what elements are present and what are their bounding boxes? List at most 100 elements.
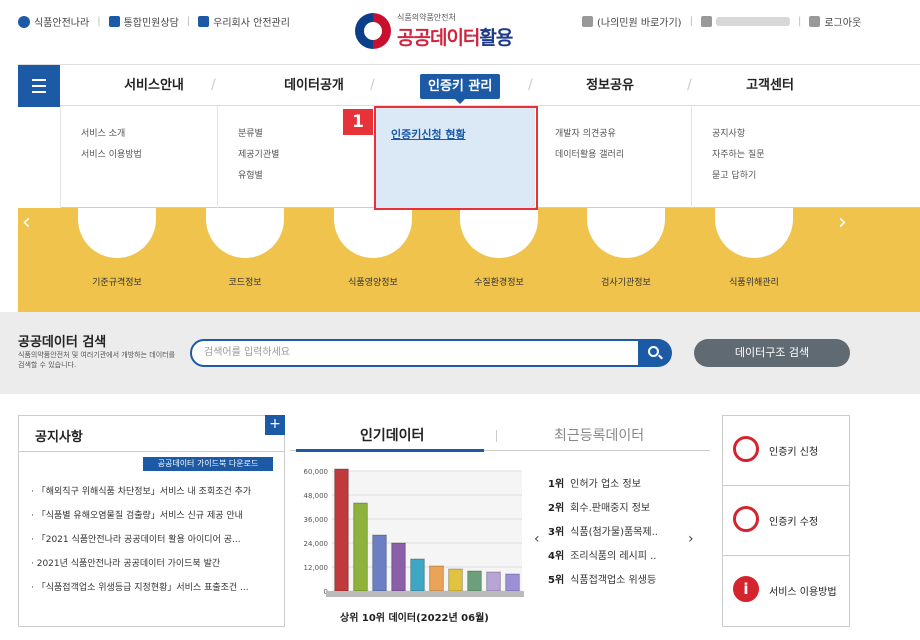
rank-item[interactable]: 1위 인허가 업소 정보 <box>548 473 710 497</box>
chart-bar <box>410 558 425 592</box>
banner-next-icon[interactable]: › <box>838 210 847 235</box>
nav-auth-key[interactable]: 인증키 관리 <box>420 74 501 104</box>
user-icon <box>700 16 712 27</box>
chart-caption: 상위 10위 데이터(2022년 06월) <box>340 613 489 624</box>
dropdown-col-service: 서비스 소개 서비스 이용방법 <box>60 106 217 208</box>
link-my-complaint[interactable]: (나의민원 바로가기) <box>597 14 682 29</box>
taeguk-emblem-icon <box>355 13 391 49</box>
quick-service-usage[interactable]: i 서비스 이용방법 <box>723 556 849 626</box>
banner-item-lab[interactable]: 검사기관정보 <box>576 275 676 288</box>
notice-item[interactable]: · 「해외직구 위해식품 차단정보」서비스 내 조회조건 추가 <box>31 480 281 504</box>
quick-auth-key-apply[interactable]: 인증키 신청 <box>723 416 849 486</box>
banner-item-standard[interactable]: 기준규격정보 <box>67 275 167 288</box>
hamburger-icon <box>32 79 46 81</box>
lock-icon <box>809 16 821 27</box>
site-logo[interactable]: 식품의약품안전처 공공데이터활용 <box>355 12 513 50</box>
rank-prev-icon[interactable]: ‹ <box>534 531 540 547</box>
search-section: 공공데이터 검색 식품의약품안전처 및 여러기관에서 개방하는 데이터를 검색할… <box>0 312 920 394</box>
notice-more-button[interactable]: + <box>265 415 285 435</box>
search-icon <box>18 15 30 28</box>
code-icon[interactable] <box>206 208 284 258</box>
menu-service-usage[interactable]: 서비스 이용방법 <box>81 145 217 166</box>
nav-customer-center[interactable]: 고객센터 <box>710 65 830 107</box>
key-refresh-icon <box>733 506 759 532</box>
building-icon <box>198 16 210 27</box>
nutrition-icon[interactable] <box>334 208 412 258</box>
banner-item-nutrition[interactable]: 식품영양정보 <box>323 275 423 288</box>
menu-qna[interactable]: 묻고 답하기 <box>712 166 920 187</box>
search-input[interactable]: 검색어를 입력하세요 <box>190 339 642 367</box>
menu-notice[interactable]: 공지사항 <box>712 124 920 145</box>
link-food-safety[interactable]: 식품안전나라 <box>34 14 89 29</box>
banner-prev-icon[interactable]: ‹ <box>22 210 31 235</box>
highlight-number: 1 <box>343 109 373 135</box>
nav-info-share[interactable]: 정보공유 <box>550 65 670 107</box>
water-icon[interactable] <box>460 208 538 258</box>
notice-item[interactable]: · 「식품별 유해오염물질 검출량」서비스 신규 제공 안내 <box>31 504 281 528</box>
menu-button[interactable] <box>18 65 60 107</box>
category-banner: ‹ › 기준규격정보 코드정보 식품영양정보 수질환경정보 검사기관정보 식품위… <box>18 208 920 312</box>
chart-bar <box>486 571 501 592</box>
main-nav: 서비스안내 / 데이터공개 / 인증키 관리 / 정보공유 / 고객센터 <box>18 64 920 107</box>
chart-bar <box>429 565 444 592</box>
quick-auth-key-edit[interactable]: 인증키 수정 <box>723 486 849 556</box>
quick-label: 인증키 수정 <box>769 517 819 528</box>
chart-ytick-label: 60,000 <box>304 468 329 476</box>
nav-service-guide[interactable]: 서비스안내 <box>94 65 214 107</box>
utility-links-left: 식품안전나라 | 통합민원상담 | 우리회사 안전관리 <box>18 14 290 29</box>
chart-ytick-label: 48,000 <box>304 492 329 500</box>
menu-by-provider[interactable]: 제공기관별 <box>238 145 374 166</box>
info-icon: i <box>733 576 759 602</box>
nav-data-open[interactable]: 데이터공개 <box>254 65 374 107</box>
chart-bar <box>505 573 520 592</box>
structure-search-button[interactable]: 데이터구조 검색 <box>694 339 850 367</box>
lab-icon[interactable] <box>587 208 665 258</box>
top10-chart-svg: 60,00048,00036,00024,00012,0000 <box>304 468 524 597</box>
menu-faq[interactable]: 자주하는 질문 <box>712 145 920 166</box>
hazard-icon[interactable] <box>715 208 793 258</box>
highlight-box <box>374 106 538 210</box>
quick-label: 인증키 신청 <box>769 447 819 458</box>
notice-list: · 「해외직구 위해식품 차단정보」서비스 내 조회조건 추가 · 「식품별 유… <box>31 480 281 600</box>
notice-item[interactable]: · 2021년 식품안전나라 공공데이터 가이드북 발간 <box>31 552 281 576</box>
notice-title: 공지사항 <box>35 430 83 445</box>
notice-item[interactable]: · 「식품접객업소 위생등급 지정현황」서비스 표출조건 ... <box>31 576 281 600</box>
notice-panel: 공지사항 + 공공데이터 가이드북 다운로드 · 「해외직구 위해식품 차단정보… <box>18 415 285 627</box>
logo-title: 공공데이터활용 <box>397 27 513 49</box>
banner-item-water[interactable]: 수질환경정보 <box>449 275 549 288</box>
link-counsel[interactable]: 통합민원상담 <box>124 14 179 29</box>
link-company-safety[interactable]: 우리회사 안전관리 <box>213 14 290 29</box>
standard-icon[interactable] <box>78 208 156 258</box>
rank-item[interactable]: 4위 조리식품의 레시피 .. <box>548 545 710 569</box>
chart-bar <box>448 568 463 592</box>
guidebook-download-button[interactable]: 공공데이터 가이드북 다운로드 <box>143 457 273 471</box>
rank-item[interactable]: 2위 회수.판매중지 정보 <box>548 497 710 521</box>
menu-service-intro[interactable]: 서비스 소개 <box>81 124 217 145</box>
logo-ministry: 식품의약품안전처 <box>397 13 456 22</box>
rank-list: 1위 인허가 업소 정보 2위 회수.판매중지 정보 3위 식품(첨가물)품목제.. … <box>548 473 710 593</box>
menu-by-type[interactable]: 유형별 <box>238 166 374 187</box>
chart-bar <box>334 468 349 592</box>
chart-ytick-label: 36,000 <box>304 516 329 524</box>
notice-item[interactable]: · 「2021 식품안전나라 공공데이터 활용 아이디어 공... <box>31 528 281 552</box>
logout-link[interactable]: 로그아웃 <box>824 14 861 29</box>
banner-item-hazard[interactable]: 식품위해관리 <box>704 275 804 288</box>
banner-item-code[interactable]: 코드정보 <box>195 275 295 288</box>
menu-gallery[interactable]: 데이터활용 갤러리 <box>555 145 691 166</box>
search-description: 식품의약품안전처 및 여러기관에서 개방하는 데이터를 검색할 수 있습니다. <box>18 351 176 369</box>
chart-bar <box>391 542 406 592</box>
tab-popular-data[interactable]: 인기데이터 <box>360 425 424 445</box>
chart-bar <box>467 570 482 592</box>
quick-panel: 인증키 신청 인증키 수정 i 서비스 이용방법 <box>722 415 850 627</box>
menu-dev-opinion[interactable]: 개발자 의견공유 <box>555 124 691 145</box>
search-title: 공공데이터 검색 <box>18 335 107 350</box>
dropdown-col-customer: 공지사항 자주하는 질문 묻고 답하기 <box>691 106 920 208</box>
key-icon <box>733 436 759 462</box>
chart-base <box>326 591 524 597</box>
chart-ytick-label: 12,000 <box>304 564 329 572</box>
rank-item[interactable]: 3위 식품(첨가물)품목제.. <box>548 521 710 545</box>
search-button[interactable] <box>638 339 672 367</box>
rank-item[interactable]: 5위 식품접객업소 위생등 <box>548 569 710 593</box>
top10-chart: 60,000 48,000 36,000 24,000 12,000 0 <box>290 463 528 623</box>
tab-recent-data[interactable]: 최근등록데이터 <box>554 425 644 445</box>
